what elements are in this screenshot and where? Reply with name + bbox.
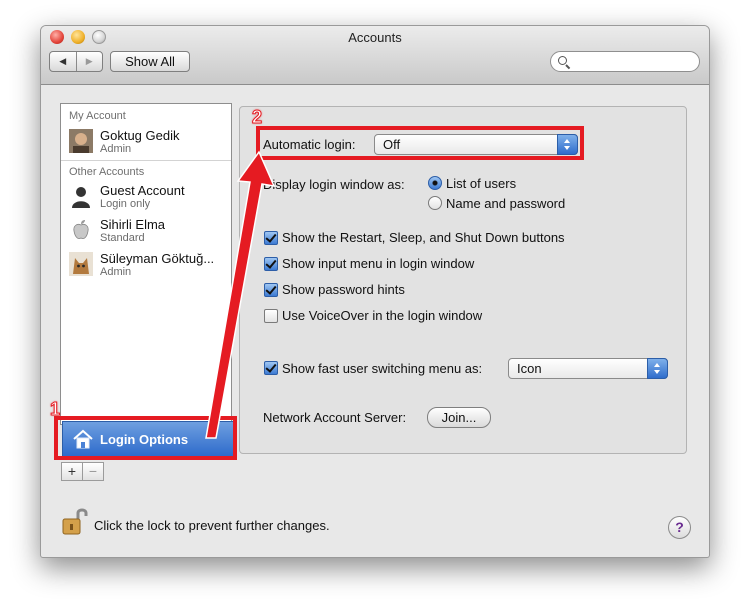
annotation-arrow-shape [205,150,276,439]
annotation-arrow [205,150,276,439]
